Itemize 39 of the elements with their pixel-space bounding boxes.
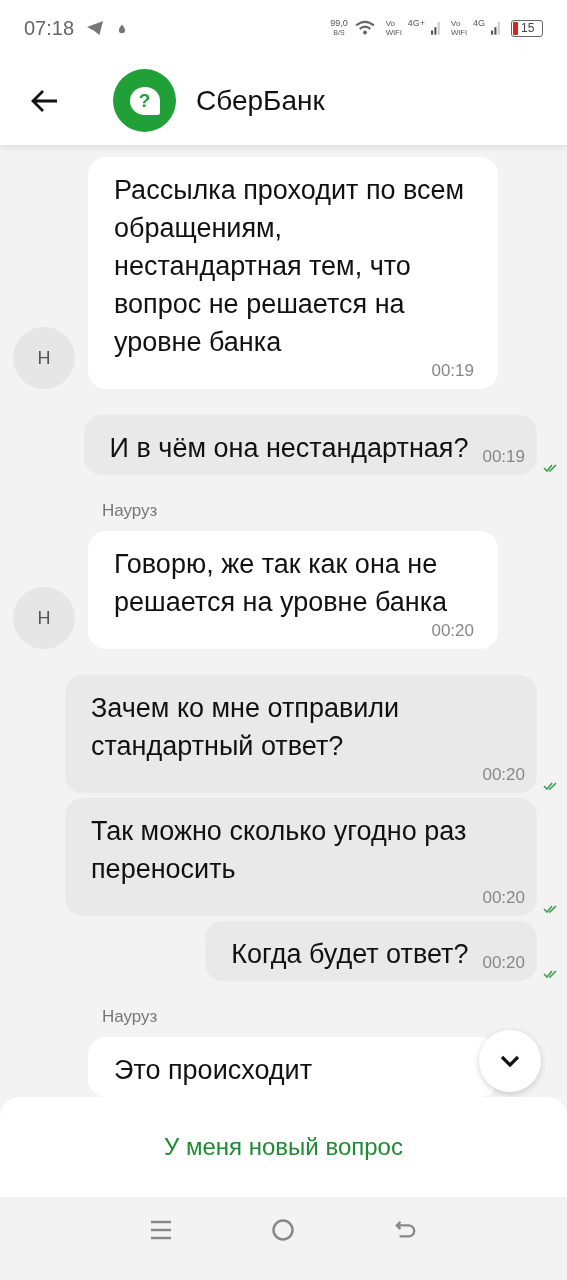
message-time: 00:20 [481,953,525,973]
battery-percent: 15 [521,22,535,34]
back-arrow-icon[interactable] [31,88,59,113]
network-type: 4G+ [407,18,425,28]
status-time: 07:18 [24,16,75,40]
chat-title: СберБанк [196,84,325,117]
vo-label: Vo [385,19,397,28]
network-type: 4G [473,18,485,28]
sender-name: Науруз [102,501,158,521]
logo-icon: ? [113,69,176,132]
vo-label: Vo [451,19,462,28]
message-text: И в чём она нестандартная? [109,432,469,465]
message-text: Рассылка проходит по всем обращениям, нестандартная тем, что вопрос не решается на уровне банка [114,174,466,359]
message-time: 00:19 [481,447,525,467]
signal-icon [491,20,501,36]
message-time: 00:19 [431,361,474,381]
drop-icon [118,22,127,34]
message-time: 00:20 [481,765,525,785]
menu-icon[interactable] [149,1218,172,1241]
message-text: Говорю, же так как она не решается на уровне банка [114,548,449,619]
avatar: Н [13,327,75,389]
chevron-down-icon [500,1055,520,1067]
scroll-down-button[interactable] [479,1030,541,1092]
message-time: 00:20 [481,888,525,908]
avatar: Н [13,587,75,649]
signal-icon [431,20,441,36]
message-text: Когда будет ответ? [231,938,469,971]
wifi-label: WiFi [385,28,402,37]
back-icon[interactable] [395,1218,418,1241]
message-time: 00:20 [431,621,474,641]
home-icon[interactable] [271,1217,296,1242]
wifi-label: WiFi [451,28,467,37]
network-speed: 99,0 [330,19,348,28]
message-text: Зачем ко мне отправили стандартный ответ? [91,692,401,763]
sender-name: Науруз [102,1007,158,1027]
wifi-icon [353,20,376,36]
paper-plane-icon [86,20,105,36]
message-text: Так можно сколько угодно раз переносить [91,815,468,886]
message-text: Это происходит [114,1054,314,1087]
